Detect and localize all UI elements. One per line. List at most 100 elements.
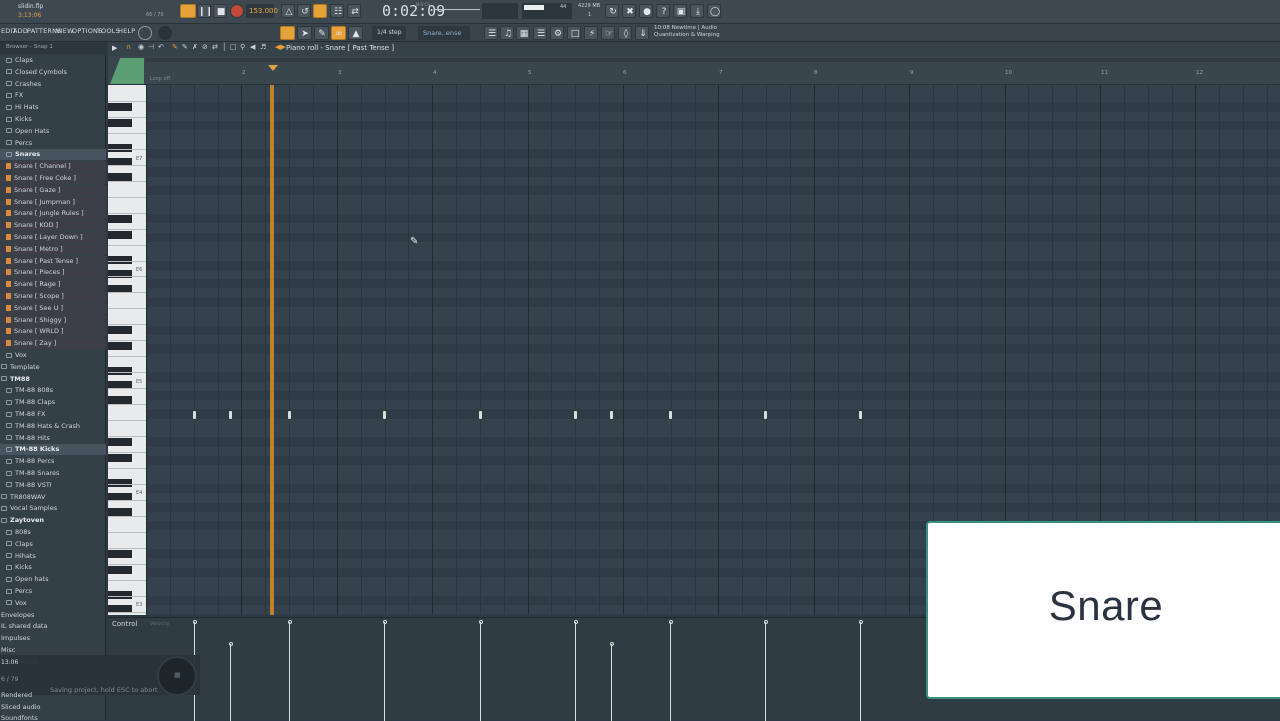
note-block[interactable] xyxy=(383,411,386,419)
browser-folder-item[interactable]: TM-88 FX xyxy=(0,409,106,420)
menu-tools[interactable]: TOOLS xyxy=(97,27,120,35)
menu-add[interactable]: ADD xyxy=(13,27,28,35)
velocity-bar[interactable] xyxy=(289,622,290,721)
browser-root-item[interactable]: IL shared data xyxy=(0,621,106,632)
control-label[interactable]: Control xyxy=(112,620,137,628)
velocity-bar[interactable] xyxy=(611,644,612,721)
browser-folder-item[interactable]: TM-88 Percs xyxy=(0,456,106,467)
black-key[interactable] xyxy=(108,230,132,239)
browser-footer-item-3[interactable]: Soundfonts xyxy=(1,714,38,720)
browser-footer-item-1[interactable]: Rendered xyxy=(1,691,32,699)
browser-file-item[interactable]: Snare [ Rage ] xyxy=(0,279,106,291)
record-button[interactable] xyxy=(230,4,244,18)
velocity-bar[interactable] xyxy=(765,622,766,721)
undo-history-button[interactable]: ↻ xyxy=(605,4,619,18)
slip-tool-icon[interactable]: ⇄ xyxy=(212,43,218,51)
mixer-view-button[interactable]: ☰ xyxy=(533,26,547,40)
master-volume-slider[interactable] xyxy=(435,9,480,10)
browser-button[interactable]: □ xyxy=(567,26,581,40)
velocity-handle[interactable] xyxy=(858,620,863,624)
browser-root-item[interactable]: Envelopes xyxy=(0,610,106,621)
touch-keyboard-button[interactable]: ☞ xyxy=(601,26,615,40)
piano-roll-tools-icon[interactable]: ▶ xyxy=(112,44,117,52)
velocity-bar[interactable] xyxy=(480,622,481,721)
slice-icon[interactable]: │ xyxy=(222,43,226,51)
news-line-1[interactable]: 10:08 Newtime | Audio xyxy=(654,25,717,31)
note-block[interactable] xyxy=(574,411,577,419)
slice-tool-icon[interactable]: ⊣ xyxy=(148,43,154,51)
velocity-handle[interactable] xyxy=(763,620,768,624)
browser-folder-item[interactable]: Template xyxy=(0,362,106,373)
browser-folder-item[interactable]: Vox xyxy=(0,350,106,361)
menu-help[interactable]: HELP xyxy=(118,27,135,35)
step-edit-button[interactable]: ☷ xyxy=(330,4,344,18)
browser-file-item[interactable]: Snare [ Gaze ] xyxy=(0,184,106,196)
browser-folder-item[interactable]: TM-88 VSTI xyxy=(0,480,106,491)
save-button[interactable]: ▣ xyxy=(673,4,687,18)
browser-file-item[interactable]: Snare [ Zay ] xyxy=(0,338,106,350)
black-key[interactable] xyxy=(108,342,132,351)
note-block[interactable] xyxy=(479,411,482,419)
help-button[interactable]: ? xyxy=(656,4,670,18)
black-key[interactable] xyxy=(108,438,132,447)
velocity-bar[interactable] xyxy=(230,644,231,721)
velocity-handle[interactable] xyxy=(287,620,292,624)
note-block[interactable] xyxy=(229,411,232,419)
browser-file-item[interactable]: Snare [ KOD ] xyxy=(0,220,106,232)
browser-folder-item[interactable]: Kicks xyxy=(0,114,106,125)
black-key[interactable] xyxy=(108,214,132,223)
render-button[interactable]: ⤓ xyxy=(690,4,704,18)
velocity-handle[interactable] xyxy=(228,642,233,646)
browser-folder-item[interactable]: Claps xyxy=(0,55,106,66)
metronome-button[interactable]: △ xyxy=(281,4,295,18)
velocity-bar[interactable] xyxy=(384,622,385,721)
snap-tool-button[interactable] xyxy=(280,26,295,40)
browser-folder-item[interactable]: Closed Cymbols xyxy=(0,67,106,78)
browser-folder-item[interactable]: Zaytoven xyxy=(0,515,106,526)
download-button[interactable]: ⇓ xyxy=(635,26,649,40)
mute-tool-icon[interactable]: ⊘ xyxy=(202,43,208,51)
main-pitch-knob[interactable] xyxy=(158,26,172,40)
black-key[interactable] xyxy=(108,454,132,463)
velocity-handle[interactable] xyxy=(382,620,387,624)
recording-button[interactable]: ● xyxy=(639,4,653,18)
speaker-icon[interactable]: ♬ xyxy=(260,43,266,51)
velocity-bar[interactable] xyxy=(860,622,861,721)
browser-folder-item[interactable]: TM88 xyxy=(0,374,106,385)
main-volume-knob[interactable] xyxy=(138,26,152,40)
browser-file-item[interactable]: Snare [ Channel ] xyxy=(0,161,106,173)
note-block[interactable] xyxy=(669,411,672,419)
note-block[interactable] xyxy=(859,411,862,419)
undo-icon[interactable]: ↶ xyxy=(158,43,164,51)
browser-file-item[interactable]: Snare [ See U ] xyxy=(0,302,106,314)
browser-file-item[interactable]: Snare [ Free Coke ] xyxy=(0,173,106,184)
piano-keyboard[interactable]: E7 E6 E5 E4 E3 xyxy=(108,85,146,615)
browser-folder-item[interactable]: FX xyxy=(0,90,106,101)
piano-roll-button[interactable]: ♫ xyxy=(500,26,514,40)
playhead-marker[interactable] xyxy=(268,65,278,71)
velocity-bar[interactable] xyxy=(670,622,671,721)
select-tool-icon[interactable]: □ xyxy=(230,43,237,51)
velocity-handle[interactable] xyxy=(609,642,614,646)
blend-recording-button[interactable]: ⇄ xyxy=(347,4,361,18)
browser-folder-item[interactable]: Percs xyxy=(0,586,106,597)
velocity-handle[interactable] xyxy=(192,620,197,624)
browser-folder-item[interactable]: Snares xyxy=(0,149,106,161)
note-block[interactable] xyxy=(288,411,291,419)
velocity-handle[interactable] xyxy=(478,620,483,624)
countdown-button[interactable] xyxy=(313,4,327,18)
channel-selector[interactable]: Snare..ense xyxy=(418,26,470,40)
ruler-scroll-strip[interactable] xyxy=(146,58,1280,62)
black-key[interactable] xyxy=(108,326,132,335)
velocity-handle[interactable] xyxy=(573,620,578,624)
browser-folder-item[interactable]: Hi Hats xyxy=(0,102,106,113)
browser-file-item[interactable]: Snare [ Scope ] xyxy=(0,291,106,302)
link-button[interactable]: ∞ xyxy=(331,26,346,40)
browser-file-item[interactable]: Snare [ Layer Down ] xyxy=(0,232,106,243)
browser-folder-item[interactable]: TR808WAV xyxy=(0,492,106,503)
black-key[interactable] xyxy=(108,103,132,111)
browser-folder-item[interactable]: Crashes xyxy=(0,79,106,90)
browser-folder-item[interactable]: Kicks xyxy=(0,562,106,573)
velocity-handle[interactable] xyxy=(668,620,673,624)
browser-file-item[interactable]: Snare [ WRLD ] xyxy=(0,326,106,338)
